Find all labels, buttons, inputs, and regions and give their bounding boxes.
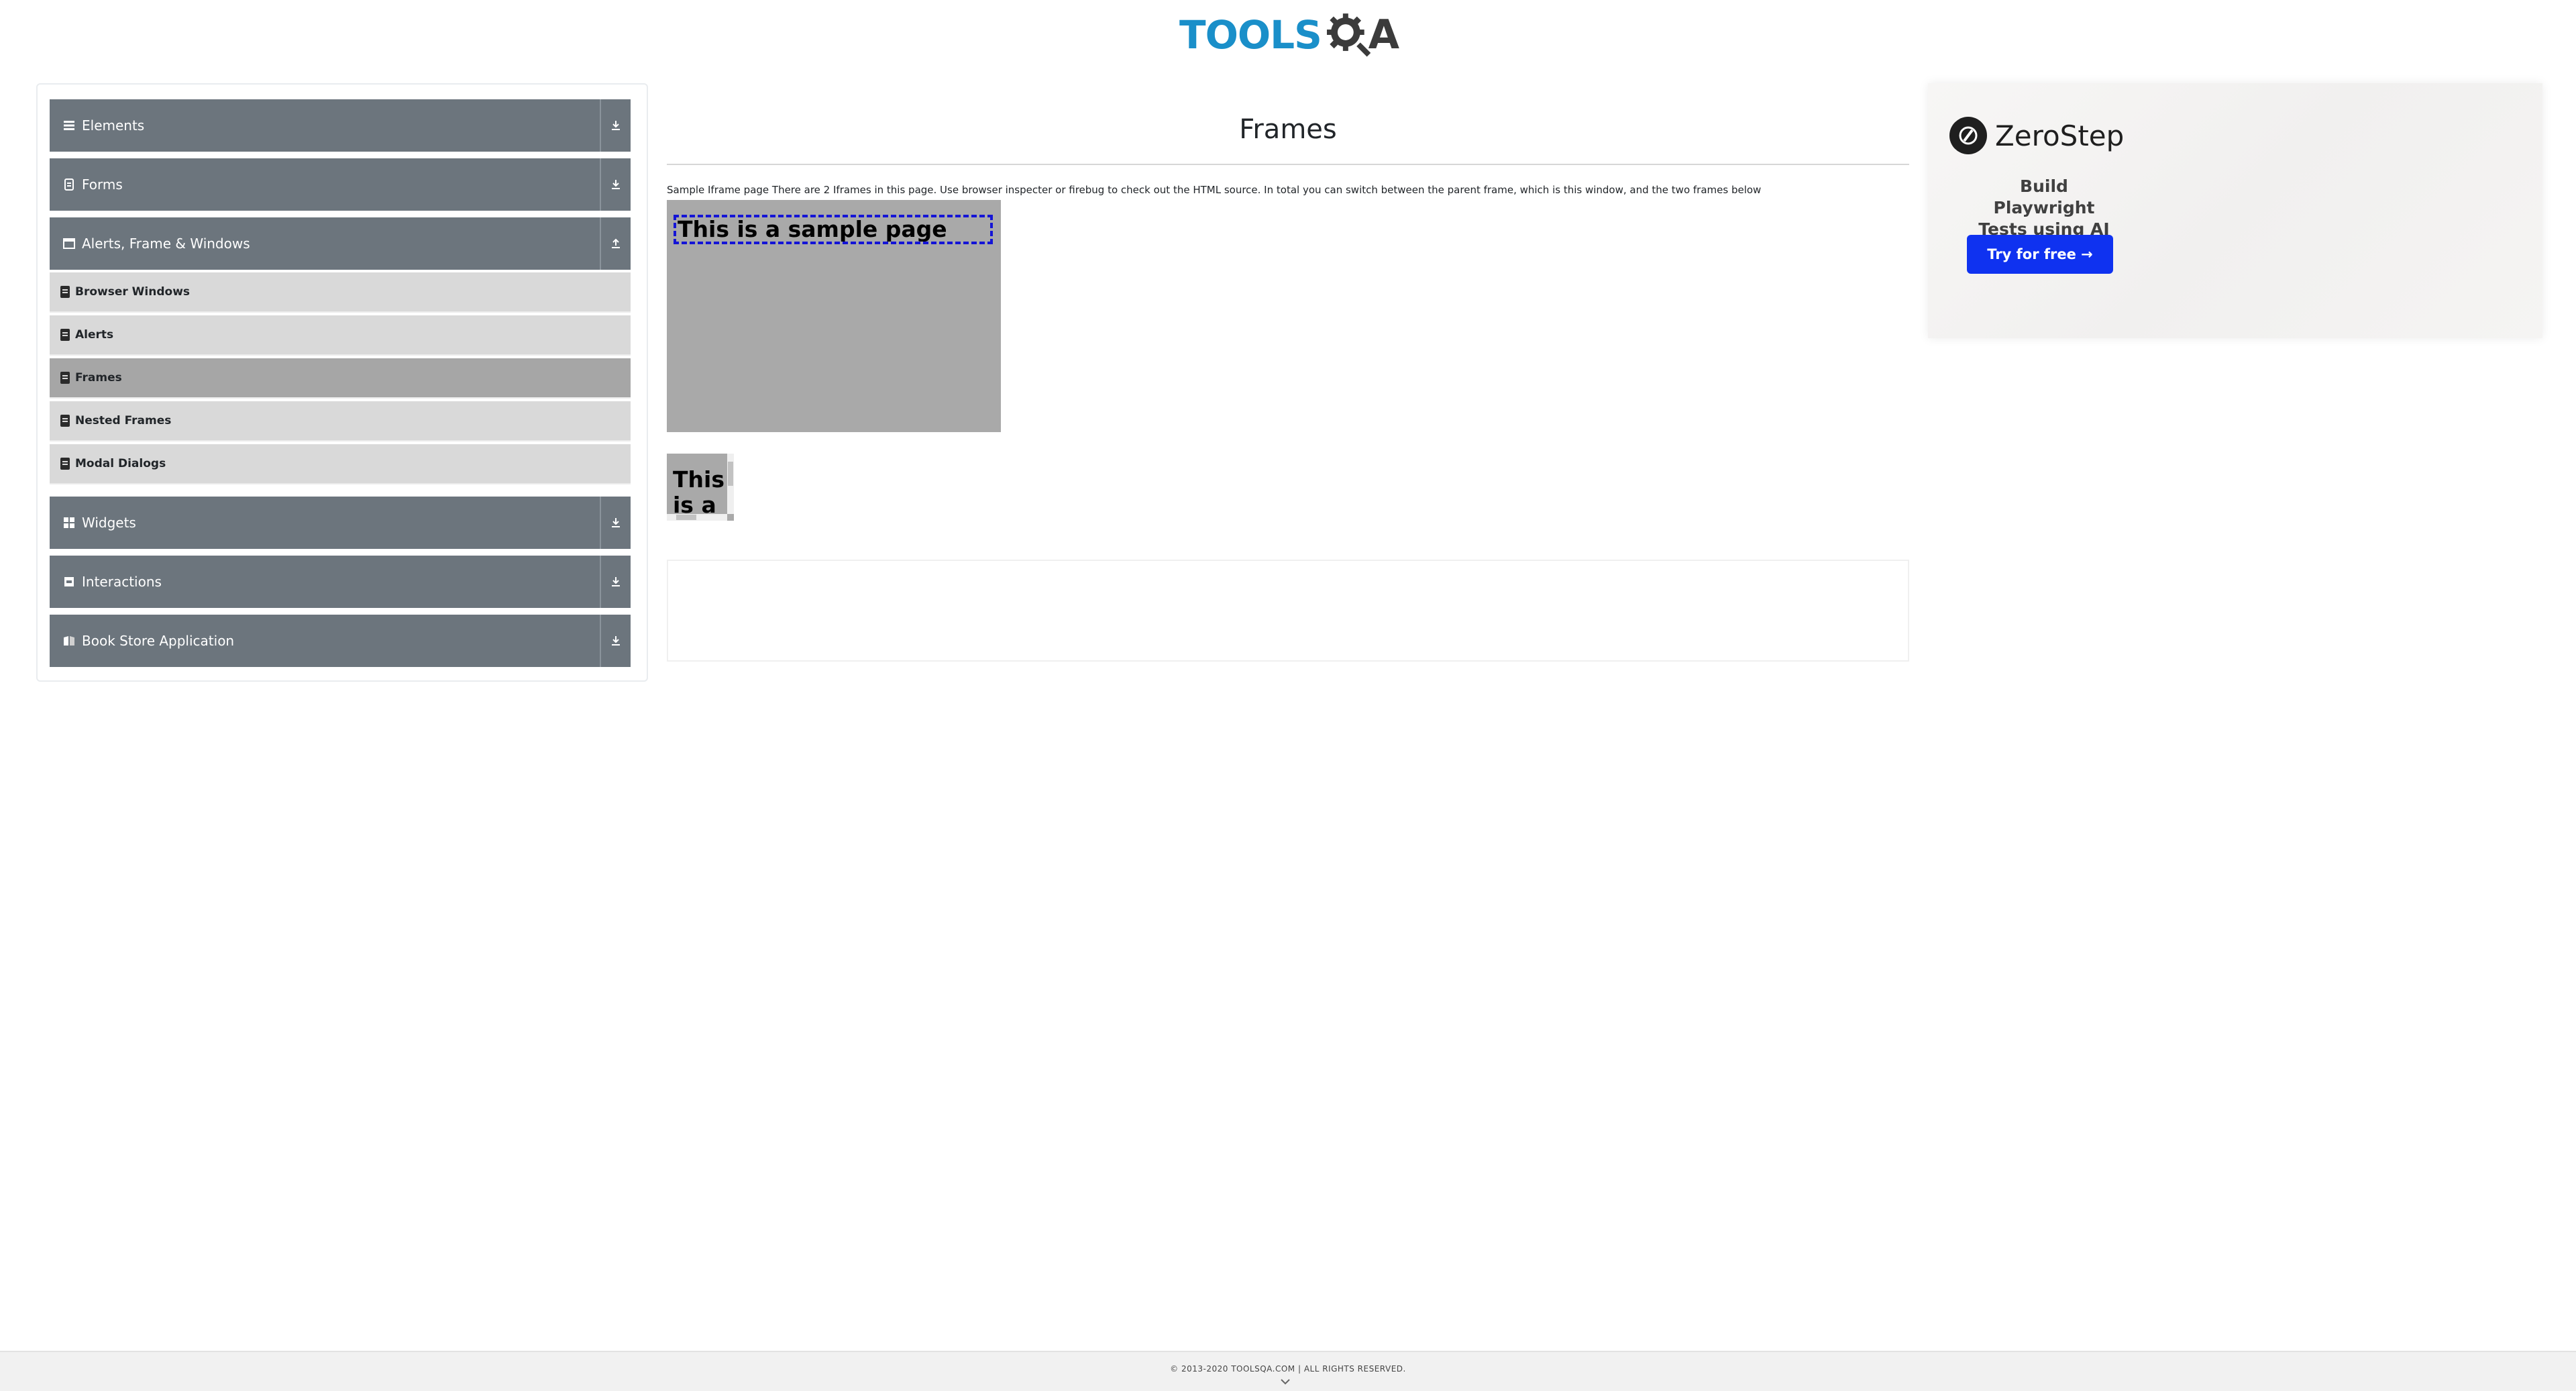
square-icon <box>62 574 76 589</box>
document-icon <box>60 415 70 427</box>
group-label: Book Store Application <box>82 633 235 649</box>
group-label: Elements <box>82 117 145 134</box>
ad-brand: ZeroStep <box>1995 119 2125 152</box>
sidebar-item-frames[interactable]: Frames <box>50 358 631 399</box>
download-icon[interactable] <box>600 497 631 549</box>
window-icon <box>62 236 76 251</box>
sidebar-item-label: Nested Frames <box>75 414 172 427</box>
logo-letter: A <box>1368 11 1399 58</box>
sidebar-item-label: Frames <box>75 371 122 384</box>
footer: © 2013-2020 TOOLSQA.COM | ALL RIGHTS RES… <box>0 1351 2576 1391</box>
ad-placeholder-box <box>667 560 1909 662</box>
sidebar-item-nested-frames[interactable]: Nested Frames <box>50 401 631 442</box>
download-icon[interactable] <box>600 556 631 608</box>
chevron-down-icon[interactable] <box>1280 1378 1291 1386</box>
hamburger-icon <box>62 118 76 133</box>
scrollbar-thumb[interactable] <box>728 462 733 486</box>
sample-heading: This is a <box>673 466 724 518</box>
download-icon[interactable] <box>600 158 631 211</box>
sidebar-group-elements[interactable]: Elements <box>50 99 631 152</box>
document-icon <box>60 329 70 341</box>
try-for-free-button[interactable]: Try for free → <box>1967 235 2113 274</box>
frames-description: Sample Iframe page There are 2 Iframes i… <box>667 184 1762 196</box>
iframe-small[interactable]: This is a <box>667 454 734 521</box>
zerostep-ad[interactable]: ZeroStep Build Playwright Tests using AI… <box>1928 83 2542 338</box>
scrollbar-thumb[interactable] <box>676 515 696 520</box>
group-label: Alerts, Frame & Windows <box>82 236 250 252</box>
sidebar-group-interactions[interactable]: Interactions <box>50 556 631 608</box>
document-icon <box>60 458 70 470</box>
sidebar-group-forms[interactable]: Forms <box>50 158 631 211</box>
book-icon <box>62 633 76 648</box>
sidebar-item-browser-windows[interactable]: Browser Windows <box>50 272 631 313</box>
group-label: Widgets <box>82 515 136 531</box>
download-icon[interactable] <box>600 615 631 667</box>
group-label: Interactions <box>82 574 162 590</box>
sidebar-group-widgets[interactable]: Widgets <box>50 497 631 549</box>
sidebar-group-book-store[interactable]: Book Store Application <box>50 615 631 667</box>
sample-heading: This is a sample page <box>674 215 993 244</box>
group-label: Forms <box>82 176 123 193</box>
title-divider <box>667 164 1909 165</box>
zerostep-logo-icon <box>1949 117 1987 154</box>
sidebar-item-label: Browser Windows <box>75 285 191 299</box>
sidebar-item-alerts[interactable]: Alerts <box>50 315 631 356</box>
zerostep-logo: ZeroStep <box>1949 117 2124 154</box>
gear-magnifier-icon <box>1326 13 1371 57</box>
grid-icon <box>62 515 76 530</box>
logo-text: TOOLS <box>1179 12 1322 58</box>
page-title: Frames <box>1239 114 1337 145</box>
ad-tagline: Build Playwright Tests using AI <box>1978 176 2110 239</box>
download-icon[interactable] <box>600 99 631 152</box>
document-icon <box>60 372 70 384</box>
sidebar-item-label: Alerts <box>75 328 114 342</box>
sidebar-group-alerts-frame-windows[interactable]: Alerts, Frame & Windows <box>50 217 631 270</box>
sidebar-item-modal-dialogs[interactable]: Modal Dialogs <box>50 444 631 484</box>
footer-copyright: © 2013-2020 TOOLSQA.COM | ALL RIGHTS RES… <box>1170 1364 1406 1374</box>
sidebar-item-label: Modal Dialogs <box>75 457 166 470</box>
iframe-large[interactable]: This is a sample page <box>667 200 1001 432</box>
document-icon <box>62 177 76 192</box>
document-icon <box>60 286 70 298</box>
upload-icon[interactable] <box>600 217 631 270</box>
toolsqa-logo[interactable]: TOOLS A <box>1179 9 1399 60</box>
